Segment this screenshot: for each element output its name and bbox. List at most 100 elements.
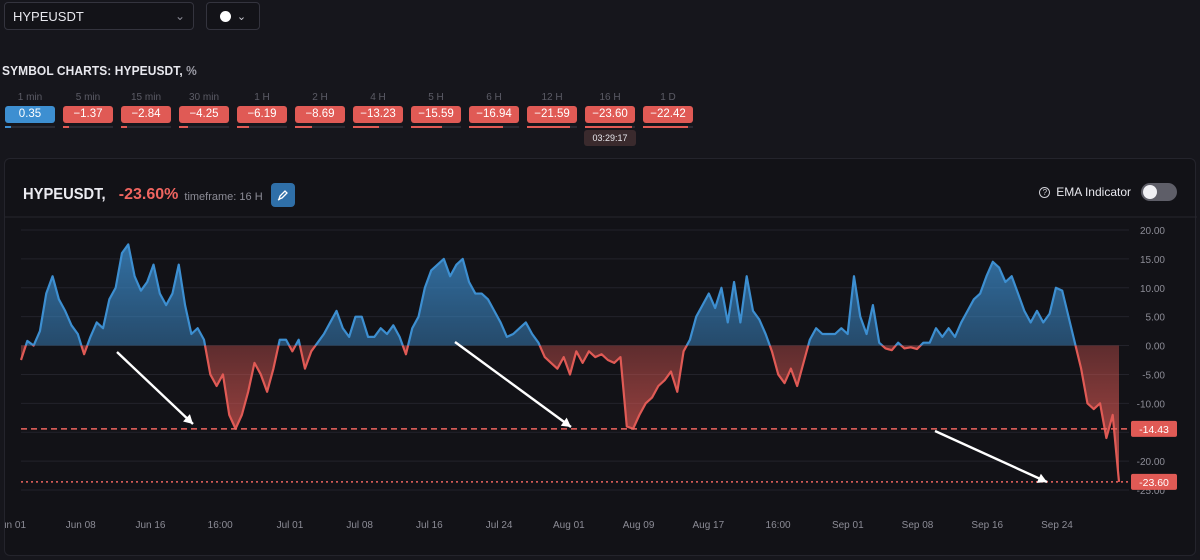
x-tick-label: Jun 16 — [135, 520, 165, 531]
timeframe-bar-fill — [643, 126, 688, 128]
annotation-arrow — [934, 429, 1048, 484]
reference-label: -14.43 — [1139, 424, 1169, 436]
y-tick-label: 0.00 — [1146, 342, 1166, 353]
timeframe-chip[interactable]: 16 H −23.60 03:29:17 — [584, 92, 636, 148]
timeframe-label: 16 H — [599, 92, 621, 103]
timeframe-bar-fill — [63, 126, 69, 128]
timeframe-bar — [121, 126, 171, 128]
section-title-text: SYMBOL CHARTS: HYPEUSDT, — [2, 63, 183, 78]
timeframe-value: 0.35 — [5, 106, 55, 123]
timeframe-chip[interactable]: 1 D −22.42 — [642, 92, 694, 148]
x-tick-label: Jun 01 — [5, 520, 26, 531]
timeframe-bar — [469, 126, 519, 128]
timeframe-label: 6 H — [486, 92, 502, 103]
timeframe-value: −16.94 — [469, 106, 519, 123]
timeframe-value: −1.37 — [63, 106, 113, 123]
timeframe-value: −13.23 — [353, 106, 403, 123]
arrowhead-icon — [560, 417, 571, 427]
timeframe-value: −21.59 — [527, 106, 577, 123]
timeframe-label: 5 H — [428, 92, 444, 103]
annotation-arrow — [116, 351, 194, 425]
timeframe-label: 4 H — [370, 92, 386, 103]
timeframe-bar-fill — [353, 126, 380, 128]
timeframe-label: 1 H — [254, 92, 270, 103]
y-tick-label: 15.00 — [1140, 255, 1165, 266]
x-tick-label: Aug 01 — [553, 520, 585, 531]
y-tick-label: -5.00 — [1142, 370, 1165, 381]
timeframe-bar-fill — [585, 126, 633, 128]
x-tick-label: Sep 24 — [1041, 520, 1073, 531]
symbol-select-value: HYPEUSDT — [13, 8, 84, 24]
chart-panel: HYPEUSDT, -23.60% timeframe: 16 H ? EMA … — [4, 158, 1197, 557]
timeframe-label: 5 min — [75, 92, 101, 103]
timeframe-label: 12 H — [541, 92, 563, 103]
timeframe-timer: 03:29:17 — [584, 130, 636, 146]
timeframe-label: 1 min — [17, 92, 43, 103]
timeframe-bar — [585, 126, 635, 128]
timeframe-chip[interactable]: 5 H −15.59 — [410, 92, 462, 148]
timeframe-bar — [411, 126, 461, 128]
timeframe-chip[interactable]: 12 H −21.59 — [526, 92, 578, 148]
timeframe-value: −15.59 — [411, 106, 461, 123]
x-tick-label: Aug 09 — [623, 520, 655, 531]
y-tick-label: -10.00 — [1137, 399, 1166, 410]
timeframe-bar — [63, 126, 113, 128]
timeframe-value: −23.60 — [585, 106, 635, 123]
timeframe-chip[interactable]: 4 H −13.23 — [352, 92, 404, 148]
chevron-down-icon: ⌄ — [174, 9, 185, 23]
x-tick-label: Jul 16 — [416, 520, 443, 531]
timeframe-bar-fill — [469, 126, 503, 128]
timeframe-value: −6.19 — [237, 106, 287, 123]
x-tick-label: Aug 17 — [692, 520, 724, 531]
x-tick-label: 16:00 — [208, 520, 233, 531]
timeframe-chip[interactable]: 1 H −6.19 — [236, 92, 288, 148]
timeframe-label: 30 min — [188, 92, 219, 103]
timeframe-bar-fill — [527, 126, 571, 128]
timeframe-chip[interactable]: 2 H −8.69 — [294, 92, 346, 148]
timeframe-bar — [527, 126, 577, 128]
y-tick-label: 5.00 — [1146, 313, 1166, 324]
color-select[interactable]: ⌄ — [206, 2, 260, 30]
x-tick-label: 16:00 — [766, 520, 791, 531]
section-title: SYMBOL CHARTS: HYPEUSDT, % — [2, 63, 197, 78]
timeframe-label: 1 D — [660, 92, 676, 103]
symbol-select[interactable]: HYPEUSDT ⌄ — [4, 2, 194, 30]
timeframe-row: 1 min 0.35 5 min −1.37 15 min −2.84 30 min −4.2… — [4, 92, 694, 148]
x-tick-label: Jul 01 — [277, 520, 304, 531]
x-tick-label: Jul 08 — [346, 520, 373, 531]
timeframe-value: −2.84 — [121, 106, 171, 123]
price-change-chart[interactable]: 20.0015.0010.005.000.00-5.00-10.00-15.00… — [5, 159, 1197, 557]
timeframe-value: −22.42 — [643, 106, 693, 123]
y-tick-label: 20.00 — [1140, 226, 1165, 237]
timeframe-label: 15 min — [130, 92, 161, 103]
timeframe-bar — [5, 126, 55, 128]
timeframe-bar — [179, 126, 229, 128]
timeframe-chip[interactable]: 6 H −16.94 — [468, 92, 520, 148]
timeframe-bar-fill — [121, 126, 127, 128]
timeframe-chip[interactable]: 15 min −2.84 — [120, 92, 172, 148]
negative-area — [21, 345, 1119, 482]
color-swatch-icon — [219, 10, 231, 22]
timeframe-label: 2 H — [312, 92, 328, 103]
timeframe-chip[interactable]: 5 min −1.37 — [62, 92, 114, 148]
timeframe-bar-fill — [295, 126, 313, 128]
timeframe-value: −4.25 — [179, 106, 229, 123]
chevron-down-icon: ⌄ — [236, 10, 247, 23]
x-tick-label: Sep 16 — [971, 520, 1003, 531]
timeframe-bar-fill — [237, 126, 250, 128]
x-tick-label: Sep 01 — [832, 520, 864, 531]
y-tick-label: -20.00 — [1137, 457, 1166, 468]
reference-label: -23.60 — [1139, 477, 1169, 489]
timeframe-chip[interactable]: 1 min 0.35 — [4, 92, 56, 148]
x-tick-label: Jun 08 — [66, 520, 96, 531]
timeframe-chip[interactable]: 30 min −4.25 — [178, 92, 230, 148]
timeframe-bar — [353, 126, 403, 128]
timeframe-bar-fill — [5, 126, 11, 128]
timeframe-value: −8.69 — [295, 106, 345, 123]
timeframe-bar-fill — [411, 126, 443, 128]
x-tick-label: Jul 24 — [486, 520, 513, 531]
timeframe-bar — [295, 126, 345, 128]
timeframe-bar — [643, 126, 693, 128]
x-tick-label: Sep 08 — [902, 520, 934, 531]
timeframe-bar — [237, 126, 287, 128]
